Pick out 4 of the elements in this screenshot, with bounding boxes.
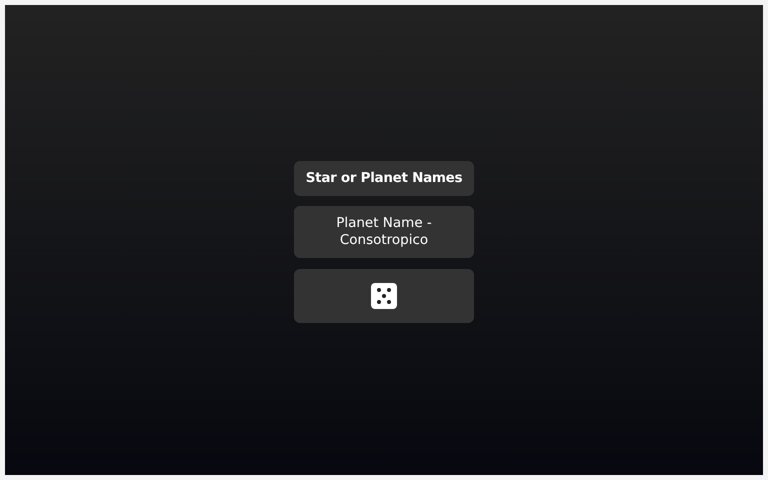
roll-button[interactable] [294, 269, 474, 323]
planet-name-result: Planet Name - Consotropico [294, 206, 474, 258]
dice-icon [371, 283, 397, 309]
app-title: Star or Planet Names [294, 161, 474, 196]
